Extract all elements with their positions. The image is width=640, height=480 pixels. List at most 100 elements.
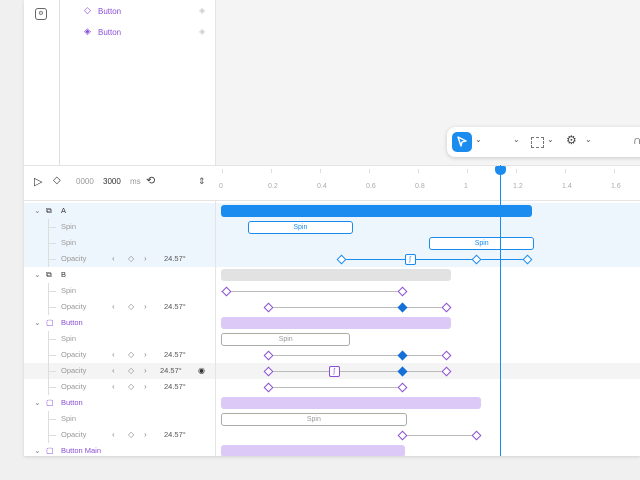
track-bar[interactable] — [221, 317, 452, 329]
animation-clip[interactable]: Spin — [247, 221, 353, 234]
track-lane[interactable] — [216, 379, 640, 395]
chevron-down-icon[interactable]: ⌄ — [475, 135, 482, 144]
track-row[interactable]: Spin — [24, 235, 215, 251]
eye-icon[interactable]: ◉ — [198, 363, 205, 379]
prev-keyframe-button[interactable]: ‹ — [112, 299, 115, 315]
track-lane[interactable]: Spin — [216, 235, 640, 251]
track-row[interactable]: Spin — [24, 411, 215, 427]
chevron-down-icon[interactable]: ⌄ — [547, 135, 554, 144]
next-keyframe-button[interactable]: › — [144, 347, 147, 363]
property-value[interactable]: 24.57° — [164, 347, 186, 363]
track-lane[interactable]: Spin — [216, 219, 640, 235]
track-group-row[interactable]: ⌄ ⧉ A — [24, 203, 215, 219]
chevron-down-icon[interactable]: ⌄ — [585, 135, 592, 144]
track-lane[interactable] — [216, 299, 640, 315]
track-lane[interactable]: Spin — [216, 411, 640, 427]
layer-item[interactable]: ◈ Button ◈ — [24, 23, 215, 43]
keyframe[interactable] — [397, 286, 408, 297]
add-keyframe-button[interactable]: ◇ — [128, 347, 134, 363]
animation-clip[interactable]: Spin — [221, 413, 407, 426]
keyframe[interactable] — [471, 254, 482, 265]
next-keyframe-button[interactable]: › — [144, 299, 147, 315]
add-keyframe-button[interactable]: ◇ — [128, 363, 134, 379]
animation-clip[interactable]: Spin — [221, 333, 351, 346]
select-tool-button[interactable] — [452, 132, 472, 152]
loop-icon[interactable]: ⟲ — [146, 174, 155, 187]
keyframe[interactable] — [263, 366, 273, 377]
add-keyframe-button[interactable]: ◇ — [128, 379, 134, 395]
prev-keyframe-button[interactable]: ‹ — [112, 347, 115, 363]
track-bar[interactable] — [221, 397, 481, 409]
next-keyframe-button[interactable]: › — [144, 427, 147, 443]
chevron-down-icon[interactable]: ⌄ — [34, 443, 41, 456]
keyframe[interactable] — [441, 366, 452, 377]
track-row[interactable]: Opacity ‹ ◇ › 24.57° — [24, 347, 215, 363]
track-lane[interactable] — [216, 267, 640, 283]
target-icon[interactable]: ◈ — [199, 6, 205, 15]
add-keyframe-button[interactable]: ◇ — [128, 427, 134, 443]
playhead[interactable] — [500, 165, 501, 456]
track-row[interactable]: Spin — [24, 219, 215, 235]
track-row[interactable]: Spin — [24, 331, 215, 347]
easing-marker[interactable]: ∫ — [404, 254, 416, 265]
easing-marker[interactable]: ∫ — [328, 366, 340, 377]
keyframe[interactable] — [397, 430, 408, 441]
track-lane[interactable] — [216, 395, 640, 411]
track-group-row[interactable]: ⌄ ▢ Button — [24, 395, 215, 411]
next-keyframe-button[interactable]: › — [144, 379, 147, 395]
property-value[interactable]: 24.57° — [164, 427, 186, 443]
track-row[interactable]: Opacity ‹ ◇ › 24.57° — [24, 251, 215, 267]
time-ruler[interactable]: 0 0.2 0.4 0.6 0.8 1 1.2 1.4 1.6 — [216, 166, 640, 200]
keyframe[interactable] — [221, 286, 232, 297]
chevron-down-icon[interactable]: ⌄ — [34, 315, 41, 331]
animation-clip[interactable]: Spin — [429, 237, 535, 250]
playhead-handle[interactable] — [495, 166, 506, 175]
property-value[interactable]: 24.57° — [164, 251, 186, 267]
track-lane[interactable] — [216, 315, 640, 331]
keyframe[interactable] — [397, 366, 408, 377]
track-row[interactable]: Opacity ‹ ◇ › 24.57° — [24, 427, 215, 443]
keyframe[interactable] — [441, 302, 452, 313]
prev-keyframe-button[interactable]: ‹ — [112, 363, 115, 379]
frame-tool-icon[interactable] — [531, 137, 544, 148]
keyframe[interactable] — [263, 350, 273, 361]
prev-keyframe-button[interactable]: ‹ — [112, 427, 115, 443]
prev-keyframe-button[interactable]: ‹ — [112, 251, 115, 267]
keyframe[interactable] — [397, 382, 408, 393]
collapse-icon[interactable]: ⇕ — [198, 176, 206, 187]
track-lane[interactable]: Spin — [216, 331, 640, 347]
add-keyframe-button[interactable]: ◇ — [128, 251, 134, 267]
prev-keyframe-button[interactable]: ‹ — [112, 379, 115, 395]
chevron-down-icon[interactable]: ⌄ — [34, 203, 41, 219]
track-lane[interactable] — [216, 283, 640, 299]
keyframe[interactable] — [263, 302, 273, 313]
track-lane[interactable] — [216, 203, 640, 219]
keyframe[interactable] — [471, 430, 482, 441]
property-value[interactable]: 24.57° — [160, 363, 182, 379]
layer-item[interactable]: ◇ Button ◈ — [24, 2, 215, 22]
track-bar[interactable] — [221, 445, 405, 456]
keyframe[interactable] — [263, 382, 273, 393]
keyframe[interactable] — [522, 254, 533, 265]
track-row[interactable]: Opacity ‹ ◇ › 24.57° — [24, 299, 215, 315]
chevron-down-icon[interactable]: ⌄ — [513, 135, 520, 144]
track-group-row[interactable]: ⌄ ⧉ B — [24, 267, 215, 283]
next-keyframe-button[interactable]: › — [144, 363, 147, 379]
next-keyframe-button[interactable]: › — [144, 251, 147, 267]
end-time-field[interactable]: 3000 — [103, 177, 121, 186]
gear-icon[interactable]: ⚙ — [566, 133, 577, 147]
track-lane[interactable]: ∫ — [216, 251, 640, 267]
keyframe[interactable] — [441, 350, 452, 361]
add-keyframe-button[interactable]: ◇ — [128, 299, 134, 315]
track-group-row[interactable]: ⌄ ▢ Button Main — [24, 443, 215, 456]
pen-tool-icon[interactable]: ∩ — [633, 133, 640, 147]
track-row[interactable]: Opacity ‹ ◇ › 24.57° ◉ — [24, 363, 215, 379]
keyframe-icon[interactable]: ◇ — [53, 175, 61, 186]
track-lane[interactable] — [216, 443, 640, 456]
track-row[interactable]: Spin — [24, 283, 215, 299]
keyframe[interactable] — [397, 350, 408, 361]
track-row[interactable]: Opacity ‹ ◇ › 24.57° — [24, 379, 215, 395]
property-value[interactable]: 24.57° — [164, 299, 186, 315]
start-time-field[interactable]: 0000 — [76, 177, 94, 186]
target-icon[interactable]: ◈ — [199, 27, 205, 36]
